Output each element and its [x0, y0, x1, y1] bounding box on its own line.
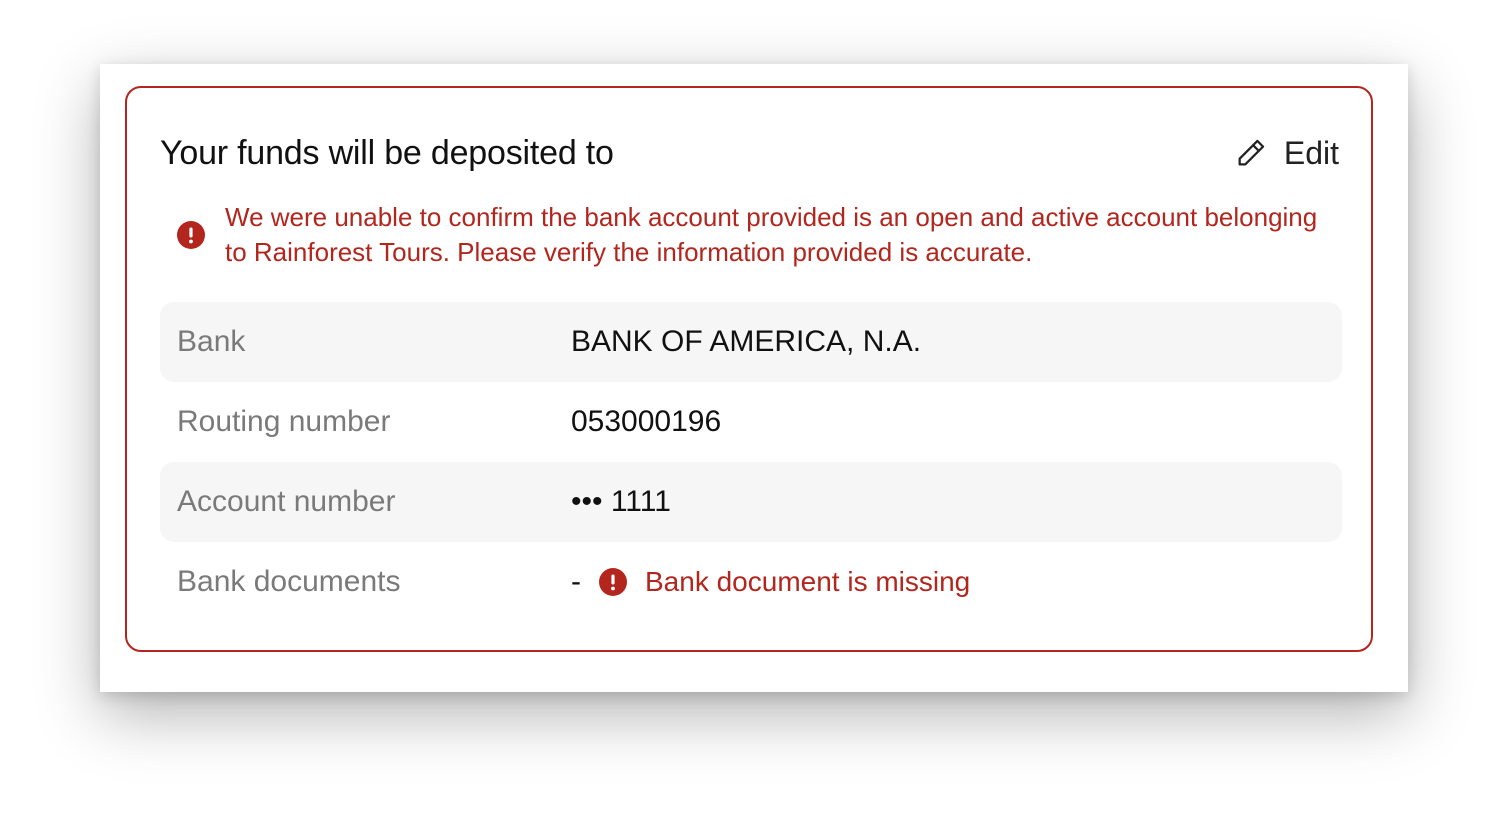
account-value: ••• 1111 [571, 485, 671, 518]
routing-value: 053000196 [571, 405, 722, 438]
verification-alert: We were unable to confirm the bank accou… [177, 200, 1327, 270]
account-row: Account number ••• 1111 [160, 462, 1342, 542]
documents-row: Bank documents - Bank document is missin… [160, 542, 1342, 622]
documents-value: - Bank document is missing [571, 565, 970, 599]
bank-value: BANK OF AMERICA, N.A. [571, 325, 922, 358]
exclamation-circle-icon [599, 568, 627, 596]
routing-row: Routing number 053000196 [160, 382, 1342, 462]
account-label: Account number [177, 485, 396, 518]
dialog-window: Your funds will be deposited to Edit We … [100, 64, 1408, 692]
bank-label: Bank [177, 325, 246, 358]
card-title: Your funds will be deposited to [160, 133, 614, 172]
routing-label: Routing number [177, 405, 391, 438]
deposit-account-card: Your funds will be deposited to Edit We … [125, 86, 1373, 652]
edit-button[interactable]: Edit [1234, 135, 1339, 172]
bank-row: Bank BANK OF AMERICA, N.A. [160, 302, 1342, 382]
account-details: Bank BANK OF AMERICA, N.A. Routing numbe… [160, 302, 1342, 622]
exclamation-circle-icon [177, 221, 205, 249]
pencil-icon [1234, 136, 1268, 170]
documents-placeholder: - [571, 565, 581, 598]
alert-message: We were unable to confirm the bank accou… [225, 202, 1318, 267]
edit-label: Edit [1283, 134, 1339, 171]
documents-label: Bank documents [177, 565, 401, 598]
card-header: Your funds will be deposited to Edit [160, 128, 1339, 178]
documents-error: Bank document is missing [645, 566, 971, 597]
